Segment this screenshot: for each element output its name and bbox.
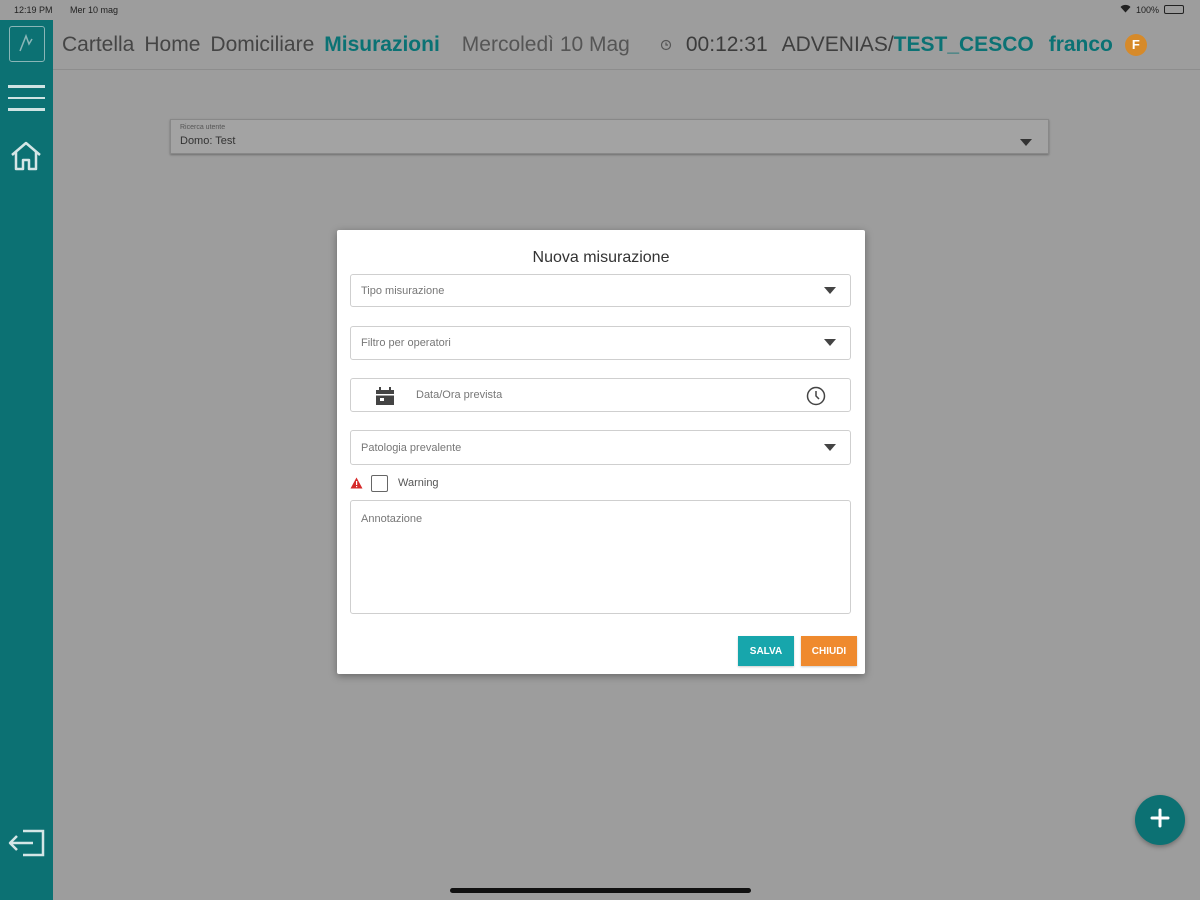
wifi-icon xyxy=(1120,4,1131,15)
annotation-placeholder: Annotazione xyxy=(361,513,423,525)
operators-filter-placeholder: Filtro per operatori xyxy=(361,337,451,349)
organization-name: ADVENIAS/ xyxy=(781,32,894,56)
planned-datetime-placeholder: Data/Ora prevista xyxy=(416,389,503,401)
warning-checkbox[interactable] xyxy=(371,474,388,492)
clock-icon xyxy=(660,39,672,51)
breadcrumb-home[interactable]: Home xyxy=(144,33,200,57)
logo-icon[interactable] xyxy=(9,26,45,62)
hamburger-icon[interactable] xyxy=(8,85,45,120)
user-name[interactable]: franco xyxy=(1049,33,1113,57)
annotation-textarea[interactable]: Annotazione xyxy=(350,500,851,614)
avatar[interactable]: F xyxy=(1124,33,1147,56)
measurement-type-placeholder: Tipo misurazione xyxy=(361,284,445,297)
new-measurement-dialog: Nuova misurazione Tipo misurazione Filtr… xyxy=(337,230,865,674)
chevron-down-icon xyxy=(824,285,836,297)
pathology-placeholder: Patologia prevalente xyxy=(361,441,462,454)
header-date: Mercoledì 10 Mag xyxy=(461,32,630,56)
chevron-down-icon xyxy=(824,442,836,454)
save-button[interactable]: SALVA xyxy=(738,636,794,666)
battery-percent: 100% xyxy=(1135,4,1159,15)
warning-label: Warning xyxy=(398,477,439,489)
home-icon[interactable] xyxy=(9,139,43,178)
logout-icon[interactable] xyxy=(7,825,49,866)
breadcrumb-domiciliare[interactable]: Domiciliare xyxy=(210,33,314,57)
calendar-icon[interactable] xyxy=(375,387,395,409)
operators-filter-select[interactable]: Filtro per operatori xyxy=(350,326,851,360)
sidebar xyxy=(0,20,53,900)
measurement-type-select[interactable]: Tipo misurazione xyxy=(350,274,851,307)
dialog-title: Nuova misurazione xyxy=(532,249,670,266)
status-right: 100% xyxy=(1120,4,1184,15)
clock-icon[interactable] xyxy=(806,386,826,409)
session-timer: 00:12:31 xyxy=(685,32,768,56)
home-indicator[interactable] xyxy=(450,888,751,893)
add-button[interactable] xyxy=(1135,795,1185,845)
patient-search-label: Ricerca utente xyxy=(180,124,226,131)
patient-search-value: Domo: Test xyxy=(180,135,236,147)
battery-icon xyxy=(1164,5,1184,14)
unit-name[interactable]: TEST_CESCO xyxy=(894,33,1034,57)
planned-datetime-field[interactable]: Data/Ora prevista xyxy=(350,378,851,412)
patient-search-select[interactable]: Ricerca utente Domo: Test xyxy=(170,119,1049,154)
pathology-select[interactable]: Patologia prevalente xyxy=(350,430,851,465)
status-date: Mer 10 mag xyxy=(70,5,119,15)
top-header: Cartella Home Domiciliare Misurazioni Me… xyxy=(53,20,1200,70)
breadcrumb-cartella[interactable]: Cartella xyxy=(62,33,134,57)
plus-icon xyxy=(1150,808,1170,833)
warning-row: Warning xyxy=(350,474,439,492)
chevron-down-icon xyxy=(824,337,836,349)
status-bar: 12:19 PM Mer 10 mag 100% xyxy=(0,0,1200,20)
warning-icon xyxy=(350,477,363,489)
chevron-down-icon xyxy=(1020,133,1032,151)
status-time: 12:19 PM xyxy=(14,5,53,15)
close-button[interactable]: CHIUDI xyxy=(801,636,857,666)
breadcrumb-misurazioni[interactable]: Misurazioni xyxy=(324,33,440,57)
